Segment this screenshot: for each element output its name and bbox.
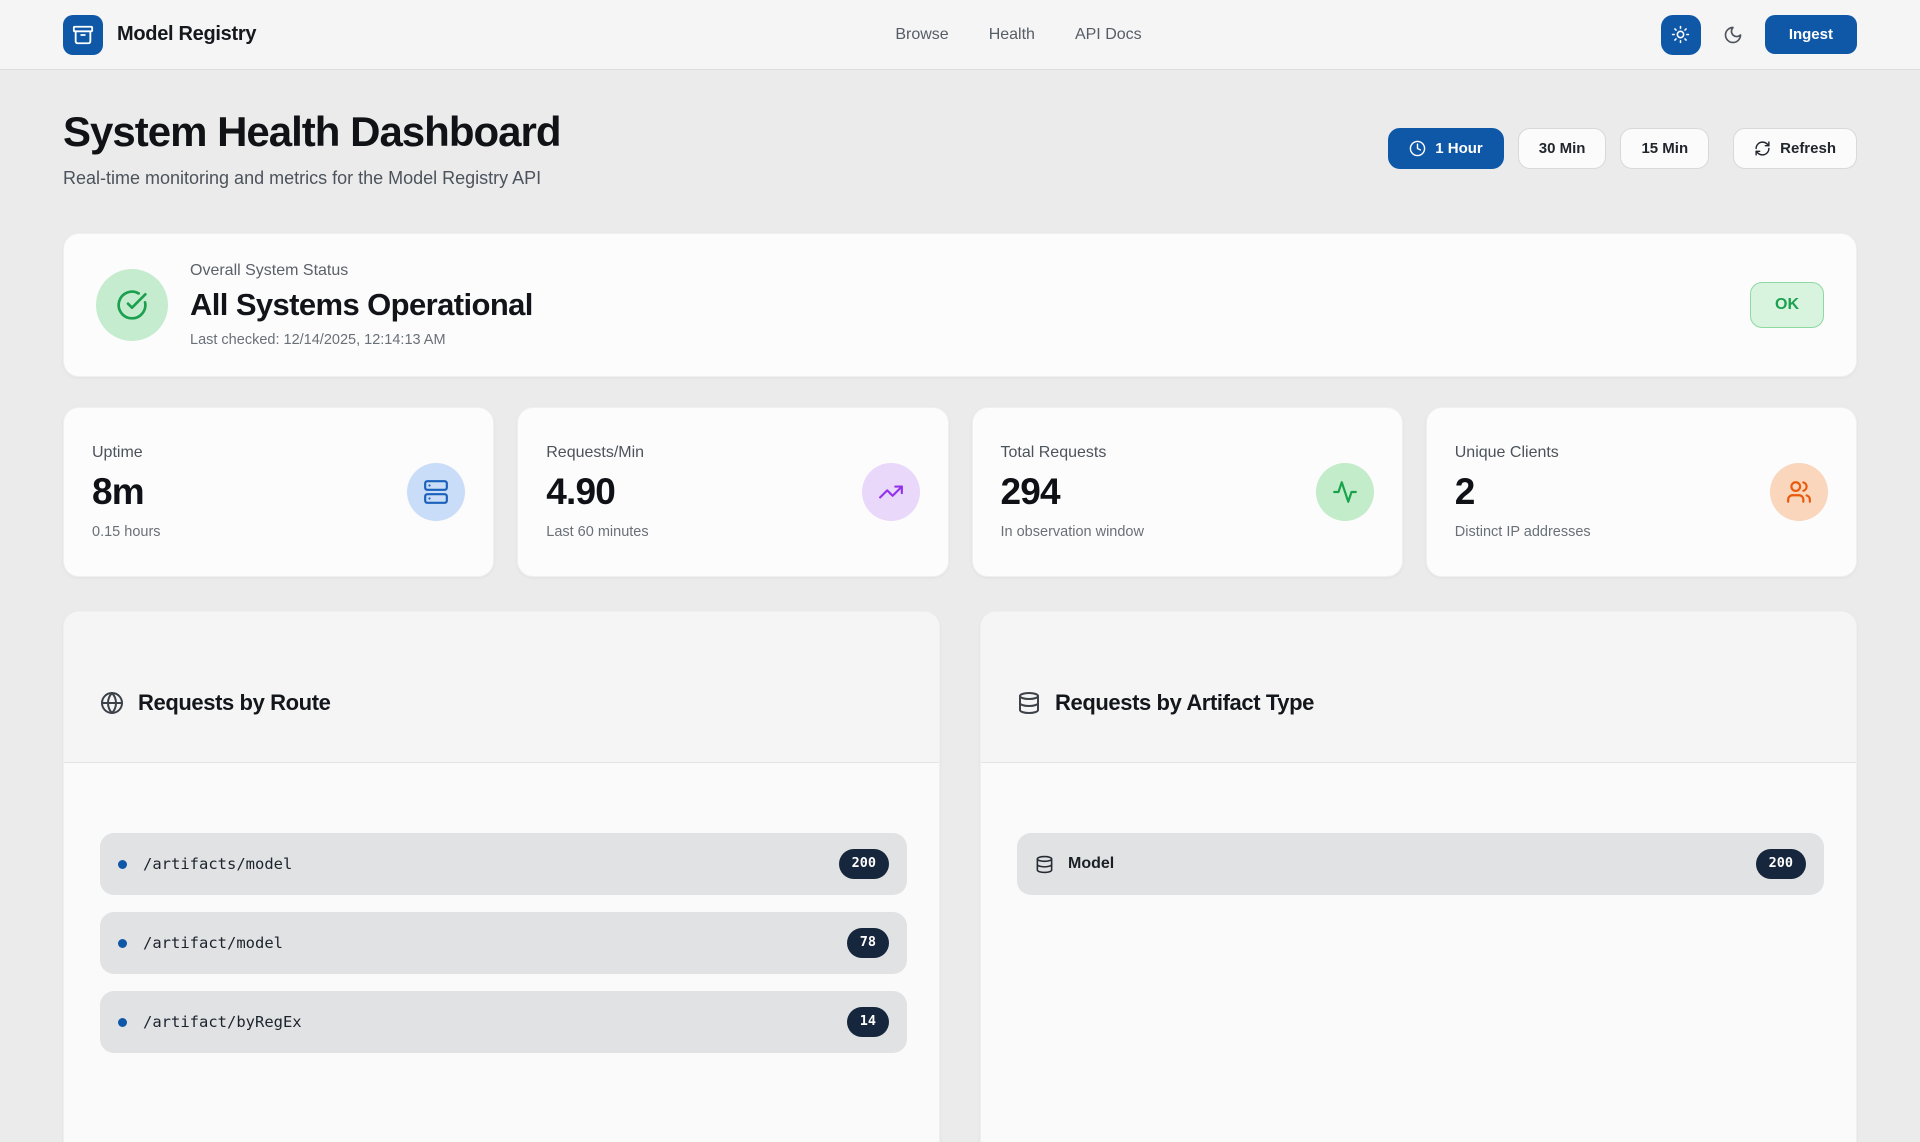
metric-value: 8m [92,471,161,513]
artifact-type-label: Model [1068,855,1114,873]
nav-links: Browse Health API Docs [895,26,1141,44]
nav-link-api-docs[interactable]: API Docs [1075,26,1142,44]
ingest-button[interactable]: Ingest [1765,15,1857,54]
metric-subtext: In observation window [1001,524,1144,540]
route-count-badge: 14 [847,1007,889,1037]
panel-title: Requests by Route [138,690,330,716]
route-dot-icon [118,1018,127,1027]
status-last-checked: Last checked: 12/14/2025, 12:14:13 AM [190,332,533,348]
metric-card-unique-clients: Unique Clients 2 Distinct IP addresses [1426,407,1857,577]
server-icon [423,479,449,505]
light-theme-button[interactable] [1661,15,1701,55]
requests-by-artifact-type-panel: Requests by Artifact Type Model 200 [980,611,1857,1142]
page-content: System Health Dashboard Real-time monito… [0,108,1920,1142]
route-count-badge: 200 [839,849,889,879]
archive-box-icon [72,24,94,46]
route-count-badge: 78 [847,928,889,958]
moon-icon [1723,25,1743,45]
dark-theme-button[interactable] [1715,17,1751,53]
sun-icon [1671,25,1690,44]
users-icon [1786,479,1812,505]
nav-link-health[interactable]: Health [989,26,1035,44]
status-value: All Systems Operational [190,287,533,323]
metric-label: Requests/Min [546,444,648,462]
metric-text: Uptime 8m 0.15 hours [92,444,161,540]
metric-text: Total Requests 294 In observation window [1001,444,1144,540]
artifact-type-row: Model 200 [1017,833,1824,895]
status-text: Overall System Status All Systems Operat… [190,262,533,348]
time-button-label: 1 Hour [1435,140,1483,157]
status-icon-circle [96,269,168,341]
requests-by-route-panel: Requests by Route /artifacts/model 200 /… [63,611,940,1142]
activity-icon [1332,479,1358,505]
metric-value: 294 [1001,471,1144,513]
route-row: /artifacts/model 200 [100,833,907,895]
status-ok-badge: OK [1750,282,1824,328]
artifact-count-badge: 200 [1756,849,1806,879]
route-path: /artifacts/model [143,855,292,873]
system-status-card: Overall System Status All Systems Operat… [63,233,1857,377]
route-dot-icon [118,939,127,948]
metric-card-requests-per-min: Requests/Min 4.90 Last 60 minutes [517,407,948,577]
metric-text: Unique Clients 2 Distinct IP addresses [1455,444,1591,540]
app-logo [63,15,103,55]
panel-body: /artifacts/model 200 /artifact/model 78 … [64,763,939,1100]
status-label: Overall System Status [190,262,533,280]
detail-panels: Requests by Route /artifacts/model 200 /… [63,611,1857,1142]
trending-up-icon [878,479,904,505]
metric-subtext: 0.15 hours [92,524,161,540]
clock-icon [1409,140,1426,157]
metric-icon-circle [407,463,465,521]
route-row: /artifact/byRegEx 14 [100,991,907,1053]
globe-icon [100,691,124,715]
time-range-controls: 1 Hour 30 Min 15 Min Refresh [1388,128,1857,169]
metric-value: 2 [1455,471,1591,513]
database-icon [1017,691,1041,715]
time-button-1-hour[interactable]: 1 Hour [1388,128,1504,169]
time-button-15-min[interactable]: 15 Min [1620,128,1709,169]
brand-name: Model Registry [117,23,256,46]
metric-label: Total Requests [1001,444,1144,462]
metric-icon-circle [1316,463,1374,521]
panel-title: Requests by Artifact Type [1055,690,1314,716]
metric-text: Requests/Min 4.90 Last 60 minutes [546,444,648,540]
top-navbar: Model Registry Browse Health API Docs In… [0,0,1920,70]
metric-label: Unique Clients [1455,444,1591,462]
panel-header: Requests by Artifact Type [981,612,1856,763]
panel-header: Requests by Route [64,612,939,763]
metric-card-total-requests: Total Requests 294 In observation window [972,407,1403,577]
page-subtitle: Real-time monitoring and metrics for the… [63,168,561,189]
page-title: System Health Dashboard [63,108,561,156]
time-button-30-min[interactable]: 30 Min [1518,128,1607,169]
route-row: /artifact/model 78 [100,912,907,974]
route-dot-icon [118,860,127,869]
refresh-button-label: Refresh [1780,140,1836,157]
metric-subtext: Last 60 minutes [546,524,648,540]
metric-icon-circle [1770,463,1828,521]
metric-subtext: Distinct IP addresses [1455,524,1591,540]
metric-label: Uptime [92,444,161,462]
time-button-label: 15 Min [1641,140,1688,157]
metric-cards: Uptime 8m 0.15 hours Requests/Min 4.90 L… [63,407,1857,577]
metric-card-uptime: Uptime 8m 0.15 hours [63,407,494,577]
metric-icon-circle [862,463,920,521]
check-circle-icon [116,289,148,321]
time-button-label: 30 Min [1539,140,1586,157]
database-icon [1035,855,1054,874]
page-header-text: System Health Dashboard Real-time monito… [63,108,561,189]
route-path: /artifact/byRegEx [143,1013,302,1031]
refresh-button[interactable]: Refresh [1733,128,1857,169]
refresh-icon [1754,140,1771,157]
nav-link-browse[interactable]: Browse [895,26,948,44]
metric-value: 4.90 [546,471,648,513]
page-header: System Health Dashboard Real-time monito… [63,108,1857,189]
route-path: /artifact/model [143,934,283,952]
brand[interactable]: Model Registry [63,15,256,55]
nav-actions: Ingest [1661,15,1857,55]
panel-body: Model 200 [981,763,1856,942]
